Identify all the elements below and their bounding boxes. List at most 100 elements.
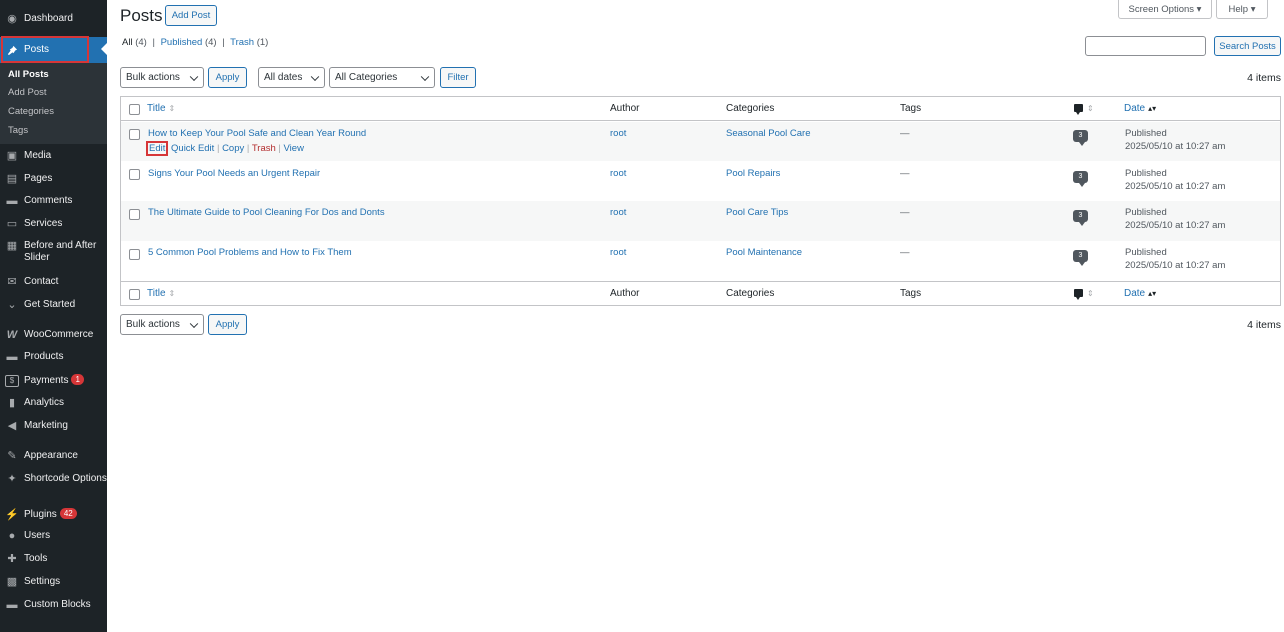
- dates-select[interactable]: All dates: [258, 67, 325, 88]
- menu-item-plugins[interactable]: ⚡ Plugins 42: [0, 508, 107, 521]
- select-all-checkbox[interactable]: [129, 104, 140, 115]
- table-row: The Ultimate Guide to Pool Cleaning For …: [121, 201, 1280, 241]
- comments-sort-icon[interactable]: ⇕: [1087, 288, 1094, 300]
- products-icon: ▬: [6, 351, 18, 363]
- column-date-sort[interactable]: Date ▴▾: [1124, 288, 1156, 300]
- comments-icon: ▬: [6, 195, 18, 207]
- row-checkbox[interactable]: [129, 209, 140, 220]
- user-icon: ●: [8, 530, 16, 542]
- author-link[interactable]: root: [610, 247, 626, 259]
- comment-count-bubble[interactable]: 3: [1073, 210, 1088, 226]
- posts-submenu: All Posts Add Post Categories Tags: [0, 63, 107, 144]
- wrench-icon: ✚: [7, 553, 17, 565]
- row-checkbox[interactable]: [129, 249, 140, 260]
- menu-item-services[interactable]: ▭ Services: [0, 218, 107, 230]
- pin-icon: ✦: [7, 473, 17, 485]
- trash-link[interactable]: Trash: [252, 143, 276, 154]
- view-link[interactable]: View: [284, 143, 304, 154]
- apply-button[interactable]: Apply: [208, 67, 247, 88]
- sort-icon: ⇕: [168, 104, 176, 113]
- comments-sort-icon[interactable]: ⇕: [1087, 103, 1094, 115]
- menu-item-marketing[interactable]: ◀ Marketing: [0, 420, 107, 432]
- apply-button-bottom[interactable]: Apply: [208, 314, 247, 335]
- bulk-actions-select[interactable]: Bulk actions: [120, 67, 204, 88]
- comment-count-bubble[interactable]: 3: [1073, 250, 1088, 266]
- table-row: 5 Common Pool Problems and How to Fix Th…: [121, 241, 1280, 281]
- items-count-bottom: 4 items: [1247, 319, 1281, 331]
- payments-label: Payments: [24, 375, 69, 386]
- menu-item-comments[interactable]: ▬ Comments: [0, 195, 107, 207]
- items-count: 4 items: [1247, 72, 1281, 84]
- menu-item-tools[interactable]: ✚ Tools: [0, 553, 107, 565]
- post-status: Published: [1125, 128, 1167, 139]
- category-link[interactable]: Pool Care Tips: [726, 207, 788, 219]
- post-status: Published: [1125, 168, 1167, 179]
- author-link[interactable]: root: [610, 168, 626, 180]
- column-title-sort[interactable]: Title ⇕: [147, 288, 175, 300]
- menu-item-media[interactable]: ▣ Media: [0, 150, 107, 162]
- search-input[interactable]: [1085, 36, 1206, 56]
- copy-link[interactable]: Copy: [222, 143, 244, 154]
- posts-table: Title ⇕ Author Categories Tags ⇕ Date ▴▾ H…: [120, 96, 1281, 306]
- filter-all-link[interactable]: All (4): [122, 37, 147, 48]
- column-title-sort[interactable]: Title ⇕: [147, 103, 175, 115]
- comment-count-bubble[interactable]: 3: [1073, 171, 1088, 187]
- menu-item-settings[interactable]: ▩ Settings: [0, 576, 107, 588]
- sort-desc-icon: ▴▾: [1148, 104, 1157, 113]
- admin-sidebar: ◉ Dashboard Posts All Posts Add Post Cat…: [0, 0, 107, 632]
- menu-item-users[interactable]: ● Users: [0, 530, 107, 542]
- category-link[interactable]: Pool Maintenance: [726, 247, 802, 259]
- post-title-link[interactable]: 5 Common Pool Problems and How to Fix Th…: [148, 247, 352, 259]
- select-all-checkbox[interactable]: [129, 289, 140, 300]
- column-tags: Tags: [900, 103, 922, 114]
- column-date-label: Date: [1124, 103, 1146, 114]
- post-title-link[interactable]: The Ultimate Guide to Pool Cleaning For …: [148, 207, 385, 219]
- menu-item-pages[interactable]: ▤ Pages: [0, 173, 107, 185]
- add-post-button[interactable]: Add Post: [165, 5, 217, 26]
- menu-item-analytics[interactable]: ▮ Analytics: [0, 397, 107, 409]
- bar-chart-icon: ▮: [8, 397, 16, 409]
- post-title-link[interactable]: Signs Your Pool Needs an Urgent Repair: [148, 168, 320, 180]
- comment-count-bubble[interactable]: 3: [1073, 130, 1088, 146]
- menu-item-shortcode-options[interactable]: ✦ Shortcode Options: [0, 473, 107, 485]
- menu-item-appearance[interactable]: ✎ Appearance: [0, 450, 107, 462]
- filter-published-link[interactable]: Published (4): [161, 37, 217, 48]
- author-link[interactable]: root: [610, 207, 626, 219]
- menu-item-payments[interactable]: $ Payments 1: [0, 374, 107, 387]
- menu-item-woocommerce[interactable]: W WooCommerce: [0, 329, 107, 341]
- filter-trash-link[interactable]: Trash (1): [230, 37, 268, 48]
- column-title-label: Title: [147, 288, 166, 299]
- row-checkbox[interactable]: [129, 169, 140, 180]
- column-author: Author: [610, 103, 640, 114]
- comment-icon: [1074, 104, 1083, 115]
- chevron-down-icon: [189, 319, 199, 328]
- quick-edit-link[interactable]: Quick Edit: [171, 143, 214, 154]
- author-link[interactable]: root: [610, 128, 626, 140]
- post-title-link[interactable]: How to Keep Your Pool Safe and Clean Yea…: [148, 128, 366, 140]
- submenu-categories[interactable]: Categories: [8, 106, 54, 117]
- bulk-actions-select-bottom[interactable]: Bulk actions: [120, 314, 204, 335]
- menu-item-contact[interactable]: ✉ Contact: [0, 276, 107, 288]
- submenu-add-post[interactable]: Add Post: [8, 87, 47, 98]
- row-checkbox[interactable]: [129, 129, 140, 140]
- column-date-sort[interactable]: Date ▴▾: [1124, 103, 1156, 115]
- menu-item-before-after-slider[interactable]: ▦ Before and After Slider: [0, 240, 107, 264]
- categories-select[interactable]: All Categories: [329, 67, 435, 88]
- filter-button[interactable]: Filter: [440, 67, 476, 88]
- submenu-all-posts[interactable]: All Posts: [8, 69, 49, 80]
- menu-item-products[interactable]: ▬ Products: [0, 351, 107, 363]
- filter-trash-label: Trash: [230, 37, 255, 48]
- submenu-tags[interactable]: Tags: [8, 125, 28, 136]
- column-date-label: Date: [1124, 288, 1146, 299]
- category-link[interactable]: Pool Repairs: [726, 168, 780, 180]
- search-posts-button[interactable]: Search Posts: [1214, 36, 1281, 56]
- edit-link[interactable]: Edit: [146, 141, 169, 156]
- filter-all-label: All: [122, 37, 133, 48]
- screen-options-button[interactable]: Screen Options ▾: [1118, 0, 1212, 19]
- category-link[interactable]: Seasonal Pool Care: [726, 128, 811, 140]
- help-button[interactable]: Help ▾: [1216, 0, 1268, 19]
- menu-item-custom-blocks[interactable]: ▬ Custom Blocks: [0, 599, 107, 611]
- categories-value: All Categories: [335, 72, 398, 83]
- menu-item-dashboard[interactable]: ◉ Dashboard: [0, 13, 107, 25]
- menu-item-get-started[interactable]: ⌄ Get Started: [0, 299, 107, 311]
